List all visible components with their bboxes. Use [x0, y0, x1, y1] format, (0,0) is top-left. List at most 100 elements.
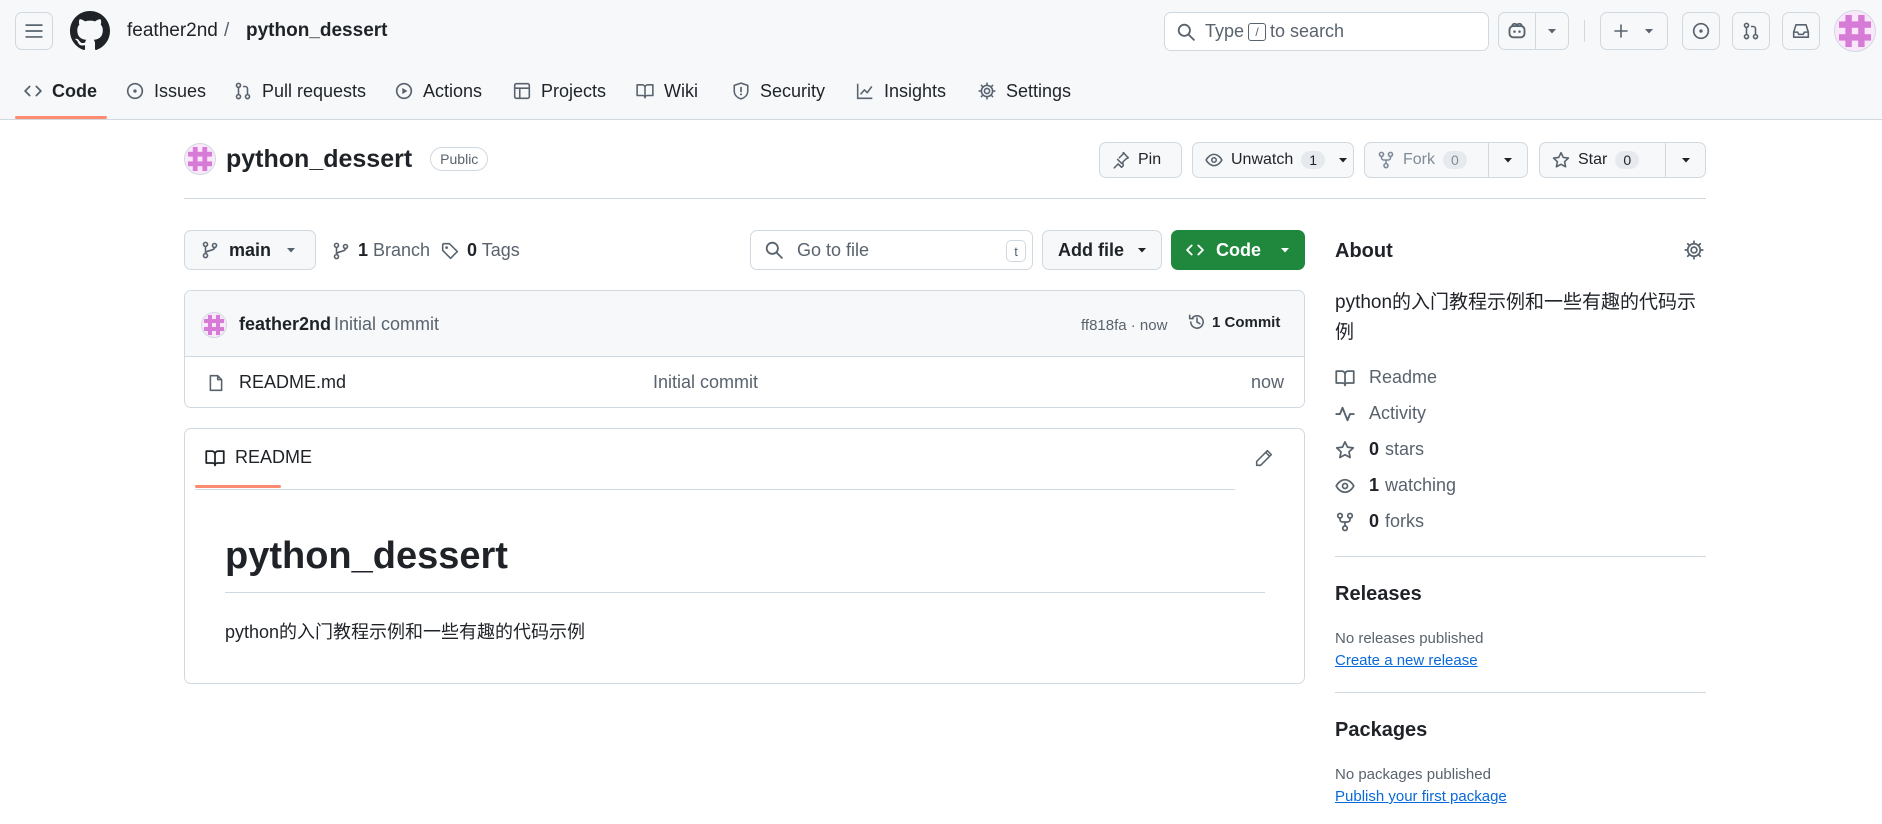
pin-button[interactable]: Pin	[1099, 142, 1182, 178]
watching-link[interactable]: 1 watching	[1335, 475, 1456, 496]
star-dropdown[interactable]	[1665, 143, 1705, 177]
tab-label: Security	[760, 80, 826, 101]
fork-button[interactable]: Fork 0	[1364, 142, 1528, 178]
user-avatar[interactable]	[1834, 10, 1876, 52]
branch-selector[interactable]: main	[184, 230, 316, 270]
tab-settings[interactable]: Settings	[978, 62, 1071, 120]
file-list: feather2nd Initial commit ff818fa · now …	[184, 290, 1305, 408]
create-release-link[interactable]: Create a new release	[1335, 652, 1478, 669]
visibility-badge: Public	[430, 147, 489, 171]
triangle-down-icon	[1503, 158, 1512, 163]
identicon-icon	[188, 147, 212, 171]
triangle-down-icon	[287, 248, 296, 253]
packages-title[interactable]: Packages	[1335, 719, 1427, 742]
inbox-icon	[1792, 24, 1810, 38]
tab-security[interactable]: Security	[732, 62, 825, 120]
about-settings-button[interactable]	[1684, 240, 1704, 260]
triangle-down-icon	[1339, 158, 1348, 163]
commit-author-avatar[interactable]	[201, 312, 227, 338]
releases-title[interactable]: Releases	[1335, 583, 1422, 606]
tab-label: Wiki	[664, 80, 698, 101]
readme-link-label: Readme	[1369, 367, 1438, 387]
commit-author[interactable]: feather2nd	[239, 314, 331, 335]
commits-count: 1 Commit	[1212, 313, 1281, 331]
file-name[interactable]: README.md	[239, 372, 346, 393]
tab-wiki[interactable]: Wiki	[636, 62, 698, 120]
add-file-button[interactable]: Add file	[1042, 230, 1162, 270]
search-input[interactable]: Type / to search	[1164, 12, 1489, 51]
latest-commit-row: feather2nd Initial commit ff818fa · now …	[185, 291, 1304, 357]
menu-button[interactable]	[15, 12, 53, 50]
active-tab-underline	[15, 116, 107, 119]
no-packages-text: No packages published	[1335, 766, 1491, 783]
commit-hash-time[interactable]: ff818fa · now	[1081, 317, 1167, 334]
commit-message[interactable]: Initial commit	[334, 314, 439, 335]
copilot-button[interactable]	[1498, 12, 1536, 50]
triangle-down-icon	[1681, 158, 1690, 163]
triangle-down-icon	[1138, 248, 1146, 253]
tab-pull-requests[interactable]: Pull requests	[234, 62, 366, 120]
tags-link[interactable]: 0 Tags	[441, 240, 520, 261]
fork-label: Fork	[1403, 151, 1435, 168]
branches-link[interactable]: 1 Branch	[332, 240, 430, 261]
tab-label: Code	[52, 80, 97, 101]
owner-avatar[interactable]	[184, 143, 216, 175]
file-icon	[209, 374, 223, 392]
tab-projects[interactable]: Projects	[513, 62, 606, 120]
unwatch-button[interactable]: Unwatch 1	[1192, 142, 1354, 178]
inbox-button[interactable]	[1782, 12, 1820, 50]
publish-package-link[interactable]: Publish your first package	[1335, 788, 1507, 805]
tab-actions[interactable]: Actions	[395, 62, 482, 120]
file-commit-message[interactable]: Initial commit	[653, 372, 758, 393]
issues-button[interactable]	[1682, 12, 1720, 50]
readme-tab[interactable]: README	[205, 447, 312, 468]
commits-link[interactable]: 1 Commit	[1188, 313, 1280, 331]
star-button[interactable]: Star 0	[1539, 142, 1706, 178]
breadcrumb-owner[interactable]: feather2nd	[127, 20, 218, 42]
issue-opened-icon	[1692, 22, 1710, 40]
readme-tab-divider	[195, 489, 1235, 490]
create-new-button[interactable]	[1600, 12, 1668, 50]
go-to-file-input[interactable]: Go to file t	[750, 230, 1033, 270]
history-icon	[1188, 314, 1204, 329]
readme-heading: python_dessert	[225, 535, 508, 577]
tab-issues[interactable]: Issues	[126, 62, 206, 120]
star-label: Star	[1578, 151, 1608, 168]
star-count: 0	[1615, 151, 1640, 169]
search-icon	[1177, 23, 1195, 41]
identicon-icon	[204, 315, 224, 335]
sidebar-divider	[1335, 556, 1706, 557]
fork-dropdown[interactable]	[1487, 143, 1527, 177]
stars-link[interactable]: 0 stars	[1335, 439, 1424, 460]
breadcrumb-repo[interactable]: python_dessert	[246, 20, 387, 42]
copilot-dropdown-button[interactable]	[1535, 12, 1569, 50]
watch-count: 1	[1301, 151, 1326, 169]
github-logo-icon[interactable]	[70, 11, 110, 51]
gear-icon	[978, 82, 996, 100]
readme-heading-rule	[225, 592, 1265, 593]
forks-label: forks	[1385, 511, 1425, 531]
book-icon	[1335, 369, 1355, 386]
activity-link[interactable]: Activity	[1335, 403, 1426, 424]
repo-forked-icon	[1336, 512, 1354, 531]
breadcrumb-separator: /	[224, 20, 230, 41]
pull-requests-button[interactable]	[1732, 12, 1770, 50]
code-button[interactable]: Code	[1171, 230, 1305, 270]
repo-name[interactable]: python_dessert	[226, 145, 412, 174]
tab-insights[interactable]: Insights	[856, 62, 946, 120]
tab-code[interactable]: Code	[24, 62, 97, 120]
top-bar: feather2nd / python_dessert Type / to se…	[0, 0, 1882, 62]
gear-icon	[1684, 240, 1704, 260]
file-row[interactable]: README.md Initial commit now	[185, 357, 1304, 407]
forks-link[interactable]: 0 forks	[1335, 511, 1424, 532]
edit-readme-button[interactable]	[1255, 449, 1273, 467]
branch-name: main	[229, 239, 272, 260]
triangle-down-icon	[1281, 248, 1289, 253]
watch-dropdown[interactable]	[1333, 154, 1353, 166]
table-icon	[513, 82, 531, 100]
about-title: About	[1335, 240, 1393, 262]
stars-count: 0	[1369, 439, 1380, 459]
git-pull-request-icon	[1743, 22, 1759, 40]
readme-link[interactable]: Readme	[1335, 367, 1437, 388]
stars-label: stars	[1385, 439, 1425, 459]
